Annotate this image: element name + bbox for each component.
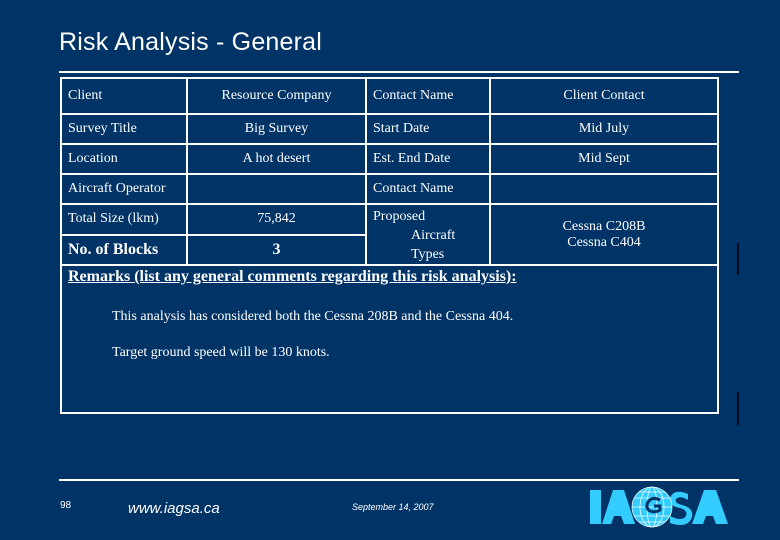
proposed-aircraft-value: Cessna C208B Cessna C404 bbox=[489, 203, 719, 266]
logo-letter-s bbox=[669, 491, 693, 525]
remarks-cell: Remarks (list any general comments regar… bbox=[60, 264, 719, 414]
decorative-mark bbox=[737, 243, 739, 275]
table-row: Client Resource Company Contact Name Cli… bbox=[60, 77, 719, 115]
operator-contact-name-label: Contact Name bbox=[365, 173, 491, 205]
table-row: Survey Title Big Survey Start Date Mid J… bbox=[60, 113, 719, 145]
client-label: Client bbox=[60, 77, 188, 115]
iagsa-logo bbox=[590, 486, 728, 528]
aircraft-type: Cessna C404 bbox=[567, 234, 641, 250]
logo-letter-i bbox=[590, 490, 601, 524]
remarks-heading: Remarks (list any general comments regar… bbox=[68, 268, 517, 285]
decorative-mark bbox=[737, 392, 739, 425]
client-contact-value: Client Contact bbox=[489, 77, 719, 115]
location-value: A hot desert bbox=[186, 143, 367, 175]
end-date-value: Mid Sept bbox=[489, 143, 719, 175]
aircraft-operator-value bbox=[186, 173, 367, 205]
proposed-aircraft-label-line: Types bbox=[411, 247, 445, 262]
location-label: Location bbox=[60, 143, 188, 175]
client-value: Resource Company bbox=[186, 77, 367, 115]
remarks-line: This analysis has considered both the Ce… bbox=[112, 309, 514, 324]
table-row: Remarks (list any general comments regar… bbox=[60, 264, 719, 414]
blocks-label: No. of Blocks bbox=[60, 233, 188, 266]
slide-title: Risk Analysis - General bbox=[59, 28, 323, 56]
proposed-aircraft-label-line: Aircraft bbox=[411, 228, 456, 243]
total-size-label: Total Size (lkm) bbox=[60, 203, 188, 236]
remarks-line: Target ground speed will be 130 knots. bbox=[112, 345, 330, 360]
logo-letter-a2 bbox=[692, 490, 728, 524]
table-row: Location A hot desert Est. End Date Mid … bbox=[60, 143, 719, 175]
end-date-label: Est. End Date bbox=[365, 143, 491, 175]
survey-title-value: Big Survey bbox=[186, 113, 367, 145]
survey-title-label: Survey Title bbox=[60, 113, 188, 145]
table-row: Aircraft Operator Contact Name bbox=[60, 173, 719, 205]
table-row: Total Size (lkm) 75,842 Proposed Aircraf… bbox=[60, 203, 719, 266]
aircraft-type: Cessna C208B bbox=[562, 218, 646, 234]
aircraft-operator-label: Aircraft Operator bbox=[60, 173, 188, 205]
contact-name-label: Contact Name bbox=[365, 77, 491, 115]
footer-date: September 14, 2007 bbox=[352, 502, 434, 512]
proposed-aircraft-label: Proposed Aircraft Types bbox=[365, 203, 491, 266]
risk-analysis-table: Client Resource Company Contact Name Cli… bbox=[60, 77, 719, 414]
footer-divider bbox=[59, 479, 739, 481]
proposed-aircraft-label-line: Proposed bbox=[373, 209, 426, 224]
start-date-value: Mid July bbox=[489, 113, 719, 145]
operator-contact-name-value bbox=[489, 173, 719, 205]
logo-letter-a bbox=[602, 490, 635, 524]
start-date-label: Start Date bbox=[365, 113, 491, 145]
title-divider bbox=[59, 71, 739, 73]
footer-url: www.iagsa.ca bbox=[128, 500, 220, 517]
page-number: 98 bbox=[60, 500, 72, 511]
blocks-value: 3 bbox=[186, 233, 367, 266]
total-size-value: 75,842 bbox=[186, 203, 367, 236]
